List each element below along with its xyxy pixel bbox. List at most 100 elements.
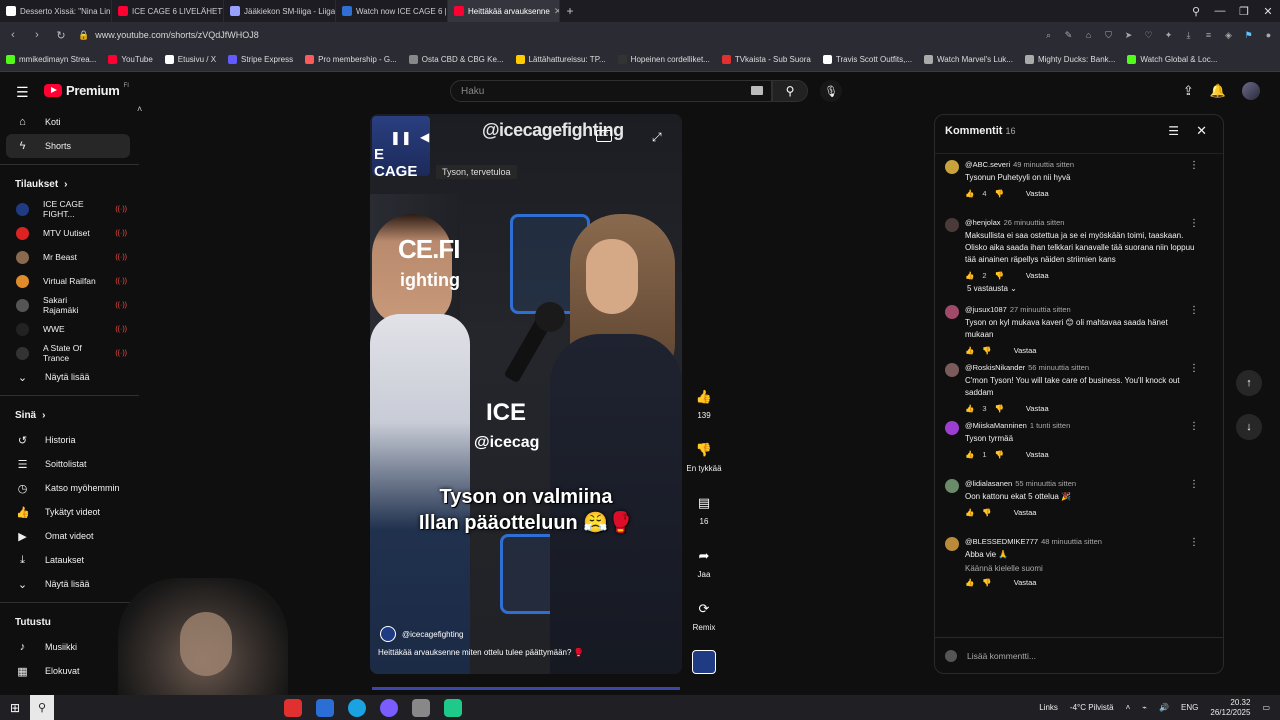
menu-icon[interactable]: ≡ xyxy=(1203,30,1214,41)
channel-link[interactable]: @icecagefighting xyxy=(380,626,464,642)
close-window-icon[interactable]: ✕ xyxy=(1256,0,1280,22)
search-tabs-icon[interactable]: ⚲ xyxy=(1184,0,1208,22)
account-avatar[interactable] xyxy=(1242,82,1260,100)
subscription-item[interactable]: WWE ((·)) xyxy=(0,317,145,341)
download-icon[interactable]: ⤓ xyxy=(1183,30,1194,41)
bookmark-item[interactable]: Etusivu / X xyxy=(164,55,216,64)
search-icon[interactable]: ⚲ xyxy=(30,695,54,720)
volume-icon[interactable]: 🔊 xyxy=(1159,703,1169,712)
comment-author[interactable]: @RoskisNikander xyxy=(965,363,1025,372)
browser-tab[interactable]: Jääkiekon SM-liiga - Liiga✕ xyxy=(224,0,336,22)
browser-icon[interactable] xyxy=(380,698,398,717)
weather-widget[interactable]: -4°C Pilvistä xyxy=(1070,703,1114,712)
fullscreen-icon[interactable]: ⤢ xyxy=(652,130,662,145)
shield-icon[interactable]: ⛉ xyxy=(1103,30,1114,41)
bookmark-item[interactable]: Pro membership - G... xyxy=(305,55,397,64)
sidebar-item-my-videos[interactable]: ▶ Omat videot xyxy=(0,524,145,548)
bookmark-item[interactable]: Lättähattureissu: TP... xyxy=(515,55,606,64)
send-icon[interactable]: ➤ xyxy=(1123,30,1134,41)
sidebar-item-koti[interactable]: ⌂ Koti xyxy=(0,110,145,134)
subscription-item[interactable]: Sakari Rajamäki ((·)) xyxy=(0,293,145,317)
bookmark-item[interactable]: Travis Scott Outfits,... xyxy=(822,55,912,64)
tray-chevron-icon[interactable]: ˄ xyxy=(1126,703,1131,712)
comments-button[interactable]: ▤ 16 xyxy=(698,492,710,545)
taskbar-app-blue[interactable] xyxy=(316,698,334,717)
bookmark-item[interactable]: YouTube xyxy=(108,55,153,64)
thumbs-up-icon[interactable]: 👍 xyxy=(965,404,974,413)
windows-start-icon[interactable]: ⊞ xyxy=(0,701,30,715)
bookmark-item[interactable]: TVkaista - Sub Suora xyxy=(721,55,811,64)
sidebar-item-history[interactable]: ↺ Historia xyxy=(0,428,145,452)
add-comment-field[interactable]: Lisää kommentti... xyxy=(935,637,1223,673)
comments-list[interactable]: @ABC.severi 49 minuuttia sitten Tysonun Pu… xyxy=(935,153,1223,637)
reply-button[interactable]: Vastaa xyxy=(1026,404,1049,413)
reply-button[interactable]: Vastaa xyxy=(1014,578,1037,587)
thumbs-up-icon[interactable]: 👍 xyxy=(965,346,974,355)
subscriptions-header[interactable]: Tilaukset › xyxy=(0,171,145,197)
volume-icon[interactable]: ◀ xyxy=(420,130,429,144)
like-button[interactable]: 👍 139 xyxy=(696,386,712,439)
you-header[interactable]: Sinä › xyxy=(0,402,145,428)
more-options-icon[interactable]: ⋮ xyxy=(1189,305,1199,316)
thumbs-down-icon[interactable]: 👎 xyxy=(995,450,1004,459)
extension-icon[interactable]: ✦ xyxy=(1163,30,1174,41)
thumbs-up-icon[interactable]: 👍 xyxy=(965,189,974,198)
comment-author[interactable]: @jusux1087 xyxy=(965,305,1007,314)
more-options-icon[interactable]: ⋮ xyxy=(1189,421,1199,432)
hamburger-menu-icon[interactable]: ☰ xyxy=(16,84,29,101)
reply-button[interactable]: Vastaa xyxy=(1026,450,1049,459)
show-more-button[interactable]: ⌄ Näytä lisää xyxy=(0,572,145,596)
taskbar-app-red[interactable] xyxy=(284,698,302,717)
reply-button[interactable]: Vastaa xyxy=(1014,508,1037,517)
subscription-item[interactable]: Mr Beast ((·)) xyxy=(0,245,145,269)
thumbs-up-icon[interactable]: 👍 xyxy=(965,578,974,587)
edge-icon[interactable] xyxy=(348,698,366,717)
clock[interactable]: 20.32 26/12/2025 xyxy=(1210,698,1250,718)
language-indicator[interactable]: ENG xyxy=(1181,703,1198,712)
wallet-icon[interactable]: ◈ xyxy=(1223,30,1234,41)
sidebar-item-downloads[interactable]: ⤓ Lataukset xyxy=(0,548,145,572)
youtube-premium-logo[interactable]: Premium FI xyxy=(44,83,129,98)
commenter-avatar[interactable] xyxy=(945,305,959,319)
subscription-item[interactable]: A State Of Trance ((·)) xyxy=(0,341,145,365)
back-icon[interactable]: ‹ xyxy=(6,29,20,41)
bookmark-item[interactable]: Hopeinen cordelliket... xyxy=(617,55,710,64)
commenter-avatar[interactable] xyxy=(945,160,959,174)
subscription-item[interactable]: ICE CAGE FIGHT... ((·)) xyxy=(0,197,145,221)
upload-icon[interactable]: ⇪ xyxy=(1183,83,1194,99)
commenter-avatar[interactable] xyxy=(945,363,959,377)
bookmark-item[interactable]: Watch Global & Loc... xyxy=(1127,55,1217,64)
translate-link[interactable]: Käännä kielelle suomi xyxy=(965,564,1223,573)
network-icon[interactable]: ⌁ xyxy=(1142,703,1147,712)
thumbs-down-icon[interactable]: 👎 xyxy=(995,404,1004,413)
reply-button[interactable]: Vastaa xyxy=(1026,271,1049,280)
previous-short-button[interactable]: ↑ xyxy=(1236,370,1262,396)
thumbs-up-icon[interactable]: 👍 xyxy=(965,450,974,459)
sidebar-item-liked[interactable]: 👍 Tykätyt videot xyxy=(0,500,145,524)
zoom-icon[interactable]: ⌕ xyxy=(1043,30,1054,41)
video-title[interactable]: Heittäkää arvauksenne miten ottelu tulee… xyxy=(378,648,584,657)
captions-icon[interactable]: CC xyxy=(596,130,612,142)
close-icon[interactable]: ✕ xyxy=(1196,123,1207,139)
thumbs-up-icon[interactable]: 👍 xyxy=(965,271,974,280)
reply-button[interactable]: Vastaa xyxy=(1026,189,1049,198)
more-options-icon[interactable]: ⋮ xyxy=(1189,160,1199,171)
keyboard-icon[interactable] xyxy=(751,86,763,95)
commenter-avatar[interactable] xyxy=(945,537,959,551)
comment-author[interactable]: @ABC.severi xyxy=(965,160,1010,169)
shorts-player[interactable]: E CAGE CE.FI ighting ICE @icecag @icecag… xyxy=(370,114,682,674)
dislike-button[interactable]: 👎 En tykkää xyxy=(686,439,721,492)
browser-tab[interactable]: Desserto Xissä: "Nina Lin c✕ xyxy=(0,0,112,22)
profile-icon[interactable]: ● xyxy=(1263,30,1274,41)
bookmark-item[interactable]: Mighty Ducks: Bank... xyxy=(1024,55,1115,64)
subscription-item[interactable]: Virtual Railfan ((·)) xyxy=(0,269,145,293)
commenter-avatar[interactable] xyxy=(945,218,959,232)
search-button[interactable]: ⚲ xyxy=(772,80,808,102)
bookmark-item[interactable]: Watch Marvel's Luk... xyxy=(924,55,1013,64)
commenter-avatar[interactable] xyxy=(945,421,959,435)
heart-icon[interactable]: ♡ xyxy=(1143,30,1154,41)
share-button[interactable]: ➦ Jaa xyxy=(698,545,711,598)
browser-tab[interactable]: ICE CAGE 6 LIVELÄHETYS✕ xyxy=(112,0,224,22)
restore-icon[interactable]: ❐ xyxy=(1232,0,1256,22)
next-short-button[interactable]: ↓ xyxy=(1236,414,1262,440)
